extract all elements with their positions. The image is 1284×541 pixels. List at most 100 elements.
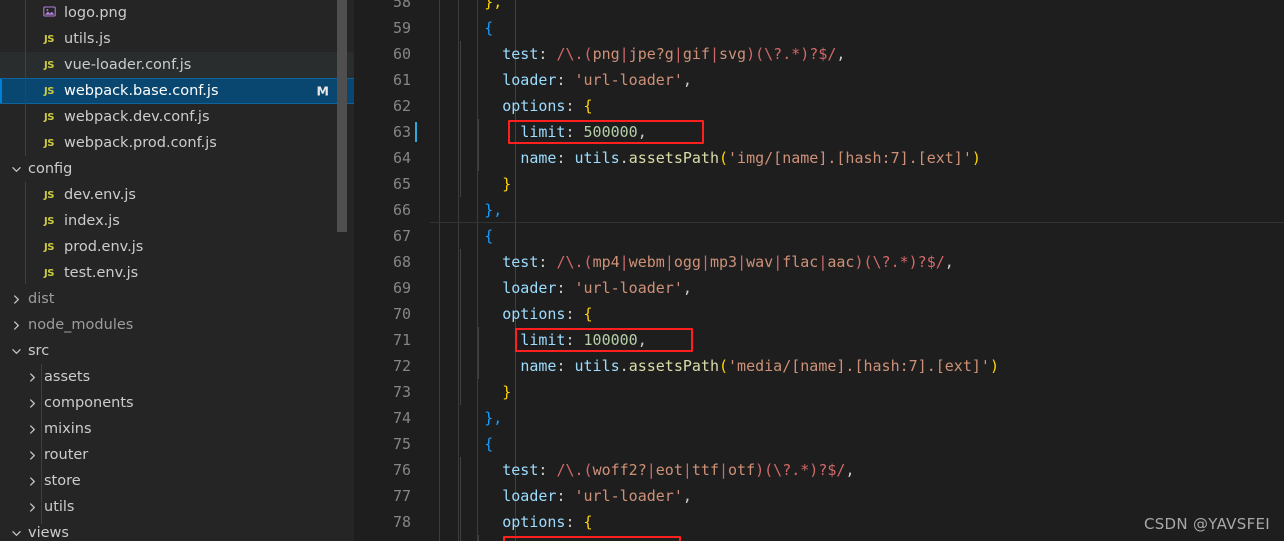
token: webm	[628, 253, 665, 271]
tree-folder-components[interactable]: components	[0, 390, 355, 416]
tree-file-logo-png[interactable]: logo.png	[0, 0, 355, 26]
line-number: 71	[392, 331, 411, 349]
line-number: 72	[392, 357, 411, 375]
token: .	[619, 149, 629, 167]
code-line-64[interactable]: 64 name: utils.assetsPath('img/[name].[h…	[355, 145, 1284, 171]
line-number: 78	[392, 513, 411, 531]
token: :	[556, 357, 575, 375]
chevron-right-icon[interactable]	[24, 372, 40, 382]
chevron-right-icon[interactable]	[8, 320, 24, 330]
chevron-down-icon[interactable]	[8, 529, 24, 538]
token: |	[619, 253, 629, 271]
code-line-59[interactable]: 59 {	[355, 15, 1284, 41]
tree-file-webpack-dev-conf-js[interactable]: JS webpack.dev.conf.js	[0, 104, 355, 130]
tree-folder-views[interactable]: views	[0, 520, 355, 541]
code-line-79[interactable]: 79 limit: 100000,	[355, 535, 1284, 541]
token: :	[538, 253, 557, 271]
tree-folder-utils[interactable]: utils	[0, 494, 355, 520]
chevron-right-icon[interactable]	[24, 450, 40, 460]
line-number: 58	[392, 0, 411, 11]
token: test	[502, 45, 539, 63]
tree-item-label: src	[28, 343, 50, 359]
code-line-77[interactable]: 77 loader: 'url-loader',	[355, 483, 1284, 509]
token: gif	[682, 45, 710, 63]
code-line-67[interactable]: 67 {	[355, 223, 1284, 249]
line-number: 67	[392, 227, 411, 245]
tree-file-utils-js[interactable]: JS utils.js	[0, 26, 355, 52]
sidebar-indent-guide-top	[25, 0, 26, 156]
tree-folder-router[interactable]: router	[0, 442, 355, 468]
token: loader	[502, 279, 557, 297]
tree-file-dev-env-js[interactable]: JS dev.env.js	[0, 182, 355, 208]
line-number: 76	[392, 461, 411, 479]
tree-folder-store[interactable]: store	[0, 468, 355, 494]
code-line-62[interactable]: 62 options: {	[355, 93, 1284, 119]
tree-item-label: store	[44, 473, 81, 489]
tree-folder-node-modules[interactable]: node_modules	[0, 312, 355, 338]
token: 'url-loader'	[574, 487, 683, 505]
tree-folder-src[interactable]: src	[0, 338, 355, 364]
tree-folder-config[interactable]: config	[0, 156, 355, 182]
file-tree[interactable]: logo.png JS utils.js JS vue-loader.conf.js JS…	[0, 0, 355, 541]
code-lines[interactable]: 58 }, 59 {60 test: /\.(png|jpe?g|gif|svg)…	[355, 0, 1284, 541]
tree-file-test-env-js[interactable]: JS test.env.js	[0, 260, 355, 286]
chevron-right-icon[interactable]	[24, 398, 40, 408]
chevron-down-icon[interactable]	[8, 347, 24, 356]
indent-guide-block-1	[460, 41, 461, 197]
code-line-58[interactable]: 58 },	[355, 0, 1284, 15]
chevron-down-icon[interactable]	[8, 165, 24, 174]
line-number: 63	[392, 123, 411, 141]
git-modified-badge: M	[316, 83, 329, 99]
chevron-right-icon[interactable]	[8, 294, 24, 304]
line-content: loader: 'url-loader',	[430, 67, 692, 93]
token: {	[484, 19, 494, 37]
tree-folder-dist[interactable]: dist	[0, 286, 355, 312]
code-line-63[interactable]: 63 limit: 500000,	[355, 119, 1284, 145]
tree-folder-assets[interactable]: assets	[0, 364, 355, 390]
code-line-76[interactable]: 76 test: /\.(woff2?|eot|ttf|otf)(\?.*)?$…	[355, 457, 1284, 483]
token: /\.	[556, 45, 584, 63]
tree-file-webpack-prod-conf-js[interactable]: JS webpack.prod.conf.js	[0, 130, 355, 156]
tree-folder-mixins[interactable]: mixins	[0, 416, 355, 442]
code-line-75[interactable]: 75 {	[355, 431, 1284, 457]
code-editor[interactable]: 58 }, 59 {60 test: /\.(png|jpe?g|gif|svg)…	[355, 0, 1284, 541]
code-line-74[interactable]: 74 },	[355, 405, 1284, 431]
code-line-65[interactable]: 65 }	[355, 171, 1284, 197]
token: )	[971, 149, 981, 167]
tree-file-index-js[interactable]: JS index.js	[0, 208, 355, 234]
code-line-61[interactable]: 61 loader: 'url-loader',	[355, 67, 1284, 93]
tree-file-vue-loader-conf-js[interactable]: JS vue-loader.conf.js	[0, 52, 355, 78]
code-line-73[interactable]: 73 }	[355, 379, 1284, 405]
token: ,	[637, 123, 647, 141]
sidebar-scrollbar[interactable]	[337, 0, 347, 232]
code-line-60[interactable]: 60 test: /\.(png|jpe?g|gif|svg)(\?.*)?$/…	[355, 41, 1284, 67]
js-file-icon: JS	[44, 267, 54, 279]
token: options	[502, 97, 566, 115]
token: aac	[827, 253, 855, 271]
chevron-right-icon[interactable]	[24, 502, 40, 512]
code-line-69[interactable]: 69 loader: 'url-loader',	[355, 275, 1284, 301]
token: },	[484, 0, 503, 11]
code-line-66[interactable]: 66 },	[355, 197, 1284, 223]
chevron-right-icon[interactable]	[24, 476, 40, 486]
code-line-70[interactable]: 70 options: {	[355, 301, 1284, 327]
line-number: 70	[392, 305, 411, 323]
token: wav	[746, 253, 774, 271]
token: }	[502, 175, 512, 193]
tree-file-prod-env-js[interactable]: JS prod.env.js	[0, 234, 355, 260]
chevron-right-glyph	[13, 294, 19, 304]
token: 'media/[name].[hash:7].[ext]'	[728, 357, 990, 375]
token: ,	[682, 487, 692, 505]
code-line-72[interactable]: 72 name: utils.assetsPath('media/[name].…	[355, 353, 1284, 379]
tree-item-label: vue-loader.conf.js	[64, 57, 192, 73]
chevron-right-icon[interactable]	[24, 424, 40, 434]
image-glyph	[42, 6, 56, 17]
code-line-71[interactable]: 71 limit: 100000,	[355, 327, 1284, 353]
line-number: 79	[355, 535, 411, 541]
tree-file-webpack-base-conf-js[interactable]: JS webpack.base.conf.js M	[0, 78, 355, 104]
code-line-68[interactable]: 68 test: /\.(mp4|webm|ogg|mp3|wav|flac|a…	[355, 249, 1284, 275]
